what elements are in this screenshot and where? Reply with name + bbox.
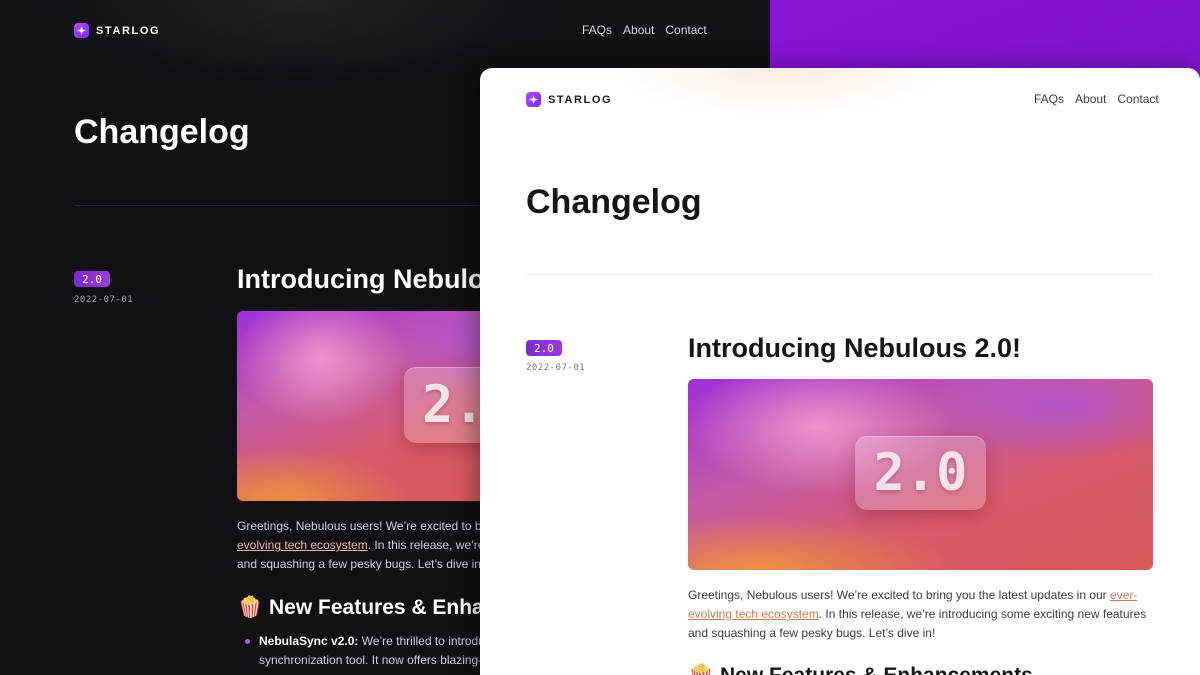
page-title: Changelog xyxy=(526,183,702,221)
feature-name: NebulaSync v2.0: xyxy=(259,634,359,648)
bullet-icon xyxy=(245,639,250,644)
nav-link-about[interactable]: About xyxy=(1075,92,1106,106)
page-title: Changelog xyxy=(74,113,250,151)
popcorn-icon: 🍿 xyxy=(688,664,714,675)
brand-logo[interactable]: STARLOG xyxy=(526,92,612,107)
intro-text-start: Greetings, Nebulous users! We’re excited… xyxy=(688,588,1111,602)
divider xyxy=(74,205,494,206)
hero-version-tile: 2.0 xyxy=(855,436,986,510)
release-hero-image: 2.0 xyxy=(688,379,1153,570)
brand-logo[interactable]: STARLOG xyxy=(74,23,160,38)
release-title: Introducing Nebulous 2.0! xyxy=(688,333,1022,363)
brand-name: STARLOG xyxy=(96,24,161,37)
section-heading-text: New Features & Enhancements xyxy=(720,664,1033,675)
release-date: 2022-07-01 xyxy=(526,363,586,373)
release-intro: Greetings, Nebulous users! We’re excited… xyxy=(688,586,1153,643)
nav-link-faqs[interactable]: FAQs xyxy=(1034,92,1064,106)
sparkle-icon xyxy=(526,92,541,107)
version-badge: 2.0 xyxy=(74,271,110,287)
light-theme-window: STARLOG FAQs About Contact Changelog 2.0… xyxy=(480,68,1200,675)
top-nav: FAQs About Contact xyxy=(1034,92,1159,106)
top-nav: FAQs About Contact xyxy=(582,23,707,37)
version-badge: 2.0 xyxy=(526,340,562,356)
nav-link-contact[interactable]: Contact xyxy=(665,23,706,37)
brand-name: STARLOG xyxy=(548,93,613,106)
divider xyxy=(526,274,1153,275)
sparkle-icon xyxy=(74,23,89,38)
nav-link-faqs[interactable]: FAQs xyxy=(582,23,612,37)
nav-link-contact[interactable]: Contact xyxy=(1117,92,1158,106)
popcorn-icon: 🍿 xyxy=(237,596,264,619)
section-heading: 🍿 New Features & Enhancements xyxy=(688,664,1033,675)
nav-link-about[interactable]: About xyxy=(623,23,654,37)
release-date: 2022-07-01 xyxy=(74,295,134,305)
